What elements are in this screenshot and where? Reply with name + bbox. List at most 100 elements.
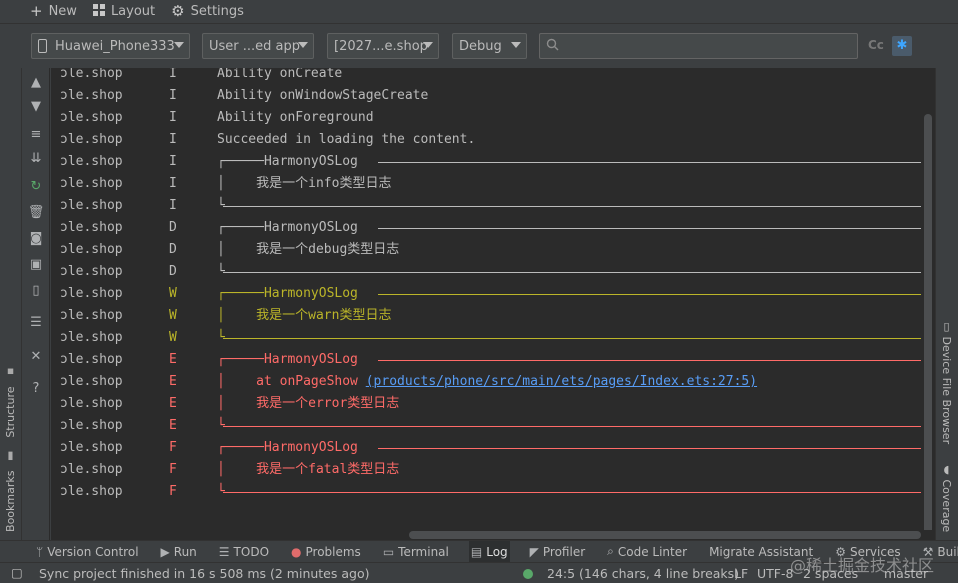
log-level: I (169, 88, 177, 103)
help-icon[interactable]: ? (22, 378, 50, 400)
log-tag: ɔle.shop (60, 220, 123, 235)
tab-version-control[interactable]: ᛘ Version Control (34, 541, 141, 563)
tab-label: Log (486, 544, 508, 559)
scroll-to-end-icon[interactable]: ⇊ (22, 148, 50, 170)
app-filter-value: User ...ed app (209, 38, 301, 54)
inspection-ok-icon[interactable] (523, 569, 533, 579)
file-encoding[interactable]: UTF-8 (757, 566, 793, 581)
log-tag: ɔle.shop (60, 484, 123, 499)
chevron-down-icon (298, 42, 308, 48)
tab-code-linter[interactable]: ⌕ Code Linter (605, 541, 689, 563)
log-level: E (169, 418, 177, 433)
structure-tab[interactable]: Structure ▪ (4, 366, 17, 438)
log-message: │ 我是一个error类型日志 (217, 396, 400, 411)
tab-log[interactable]: ▤ Log (468, 540, 510, 563)
log-tag: ɔle.shop (60, 418, 123, 433)
log-message: │ 我是一个debug类型日志 (217, 242, 400, 257)
log-message: └ (217, 330, 225, 345)
filter-settings-icon[interactable]: ☰ (22, 312, 50, 334)
chevron-down-icon (174, 42, 184, 48)
log-level: E (169, 374, 177, 389)
log-level: I (169, 110, 177, 125)
log-row: ɔle.shop I ┌─────HarmonyOSLog (51, 151, 921, 173)
log-row: ɔle.shop F │ 我是一个fatal类型日志 (51, 459, 921, 481)
log-message: │ 我是一个fatal类型日志 (217, 462, 400, 477)
coverage-tab[interactable]: ◖ Coverage (940, 463, 953, 532)
cursor-position[interactable]: 24:5 (146 chars, 4 line breaks) (547, 566, 739, 581)
log-message: ┌─────HarmonyOSLog (217, 154, 358, 169)
chevron-down-icon (511, 42, 521, 48)
bookmarks-tab[interactable]: Bookmarks ▮ (4, 450, 17, 532)
device-file-browser-tab[interactable]: ▯ Device File Browser (940, 320, 953, 444)
log-search-input[interactable] (539, 33, 858, 59)
log-tag: ɔle.shop (60, 242, 123, 257)
log-level: F (169, 440, 177, 455)
chevron-down-icon (423, 42, 433, 48)
match-case-toggle[interactable]: Cc (868, 38, 884, 52)
coverage-label: Coverage (940, 479, 953, 533)
log-message: │ 我是一个warn类型日志 (217, 308, 392, 323)
tab-todo[interactable]: ☰ TODO (217, 541, 271, 563)
close-icon[interactable]: ✕ (22, 346, 50, 368)
camera-icon[interactable]: ◙ (22, 228, 50, 250)
layout-button[interactable]: Layout (92, 4, 155, 19)
log-row: ɔle.shop I └ (51, 195, 921, 217)
device-select[interactable]: Huawei_Phone333 (31, 33, 190, 59)
terminal-icon: ▭ (382, 544, 395, 559)
problems-icon: ● (291, 544, 302, 559)
log-message: Ability onCreate (217, 68, 343, 81)
new-button[interactable]: + New (30, 4, 77, 20)
tab-run[interactable]: ▶ Run (159, 541, 199, 563)
log-tag: ɔle.shop (60, 264, 123, 279)
status-panel-icon[interactable]: ▢ (11, 565, 23, 580)
log-row: ɔle.shop W ┌─────HarmonyOSLog (51, 283, 921, 305)
new-label: New (48, 4, 77, 19)
device-icon[interactable]: ▯ (22, 280, 50, 302)
status-message[interactable]: Sync project finished in 16 s 508 ms (2 … (39, 566, 369, 581)
trash-icon[interactable]: 🗑 (22, 202, 50, 224)
app-filter-select[interactable]: User ...ed app (202, 33, 314, 59)
log-row: ɔle.shop I │ 我是一个info类型日志 (51, 173, 921, 195)
tab-problems[interactable]: ● Problems (289, 541, 363, 563)
process-select-value: [2027...e.shop (334, 38, 428, 54)
tab-profiler[interactable]: ◤ Profiler (528, 541, 587, 563)
top-toolbar: + New Layout ⚙ Settings (0, 0, 958, 24)
settings-button[interactable]: ⚙ Settings (171, 4, 244, 20)
run-icon: ▶ (160, 544, 170, 559)
tab-label: Build (937, 544, 958, 559)
line-ending[interactable]: LF (734, 566, 748, 581)
log-level: F (169, 484, 177, 499)
tab-terminal[interactable]: ▭ Terminal (381, 541, 451, 563)
log-level: I (169, 198, 177, 213)
scrollbar-thumb[interactable] (409, 531, 921, 539)
level-select[interactable]: Debug (452, 33, 527, 59)
log-message: └ (217, 418, 225, 433)
device-file-browser-label: Device File Browser (940, 336, 953, 445)
scrollbar-thumb[interactable] (924, 114, 932, 534)
log-horizontal-scrollbar[interactable] (51, 530, 935, 540)
log-tag: ɔle.shop (60, 176, 123, 191)
soft-wrap-icon[interactable]: ≡ (22, 124, 50, 146)
log-row: ɔle.shop E ┌─────HarmonyOSLog (51, 349, 921, 371)
grid-icon (92, 4, 105, 19)
log-row: ɔle.shop F └ (51, 481, 921, 503)
device-file-browser-icon: ▯ (940, 320, 953, 337)
log-output[interactable]: ɔle.shop I Ability onCreate ɔle.shop I Abilit… (51, 68, 921, 530)
restart-icon[interactable]: ↻ (22, 176, 50, 198)
log-tag: ɔle.shop (60, 396, 123, 411)
process-select[interactable]: [2027...e.shop (327, 33, 439, 59)
log-level: I (169, 154, 177, 169)
source-link[interactable]: (products/phone/src/main/ets/pages/Index… (366, 374, 757, 389)
log-row: ɔle.shop D │ 我是一个debug类型日志 (51, 239, 921, 261)
save-icon[interactable]: ▣ (22, 254, 50, 276)
log-message: │ 我是一个info类型日志 (217, 176, 392, 191)
profiler-icon: ◤ (529, 544, 539, 559)
log-message: ┌─────HarmonyOSLog (217, 440, 358, 455)
scroll-up-icon[interactable]: ▲ (22, 72, 50, 94)
watermark: @稀土掘金技术社区 (790, 556, 935, 575)
log-vertical-scrollbar[interactable] (921, 68, 935, 540)
log-level: E (169, 352, 177, 367)
scroll-down-icon[interactable]: ▼ (22, 96, 50, 118)
log-tag: ɔle.shop (60, 110, 123, 125)
regex-icon[interactable]: ✱ (892, 36, 912, 56)
